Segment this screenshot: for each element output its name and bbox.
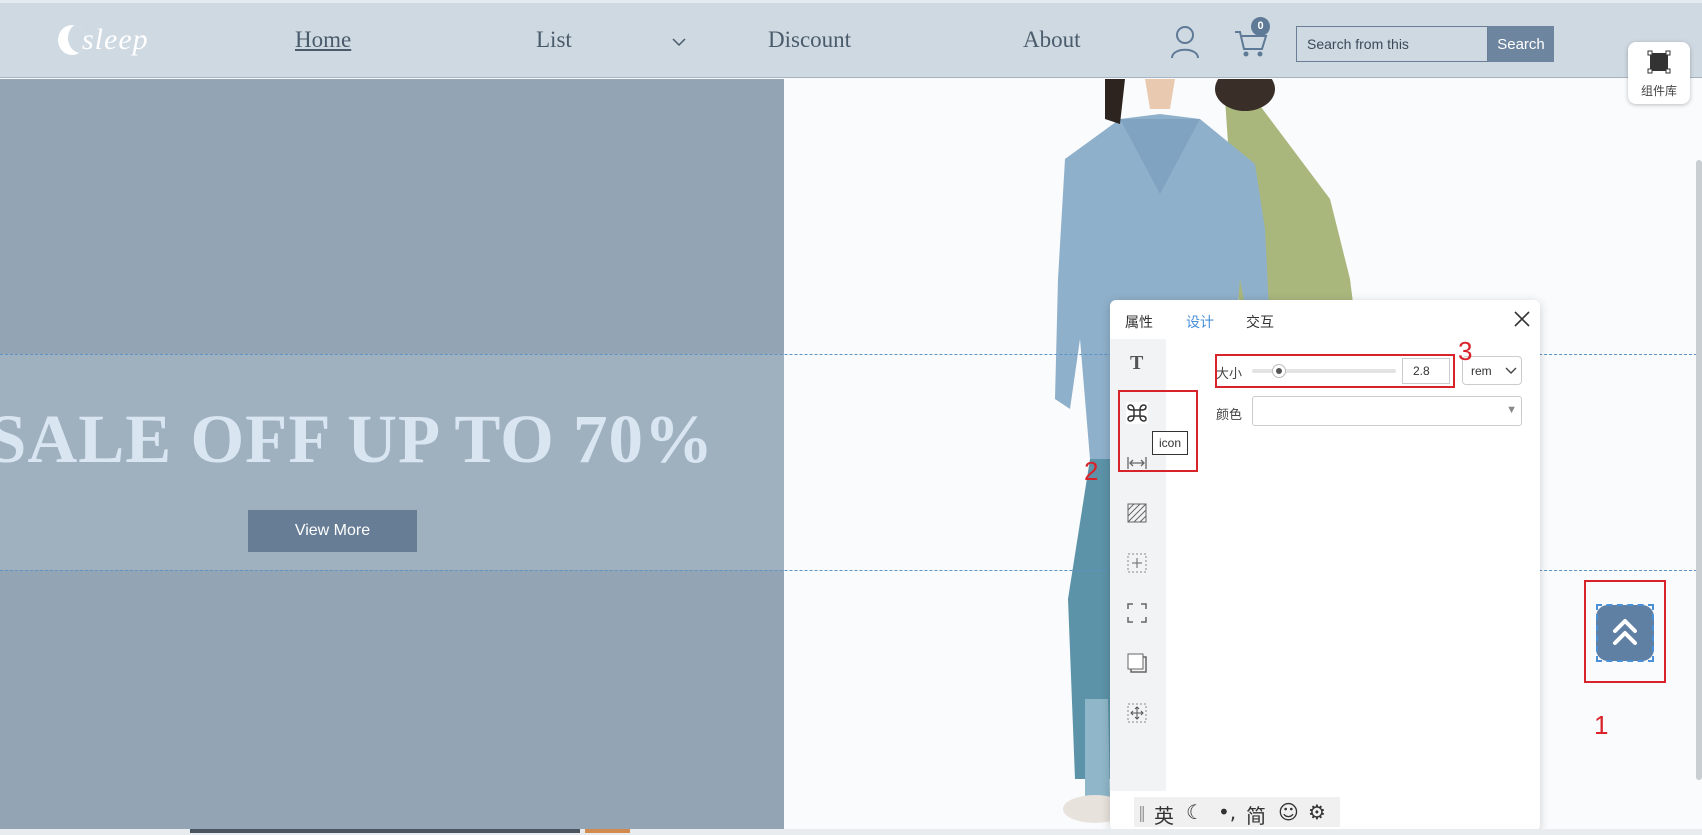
search-button[interactable]: Search: [1488, 26, 1554, 62]
background-pattern-icon[interactable]: [1126, 502, 1148, 524]
unit-select-value: rem: [1471, 364, 1492, 378]
close-icon[interactable]: [1513, 310, 1531, 328]
position-icon[interactable]: [1126, 702, 1148, 724]
user-icon[interactable]: [1170, 25, 1200, 59]
color-dropdown-icon[interactable]: ▼: [1506, 404, 1517, 416]
annotation-label-2: 2: [1084, 456, 1099, 486]
taskbar-strip: [0, 829, 1702, 835]
taskbar-segment: [190, 829, 580, 833]
color-label: 颜色: [1216, 408, 1243, 423]
annotation-label-1: 1: [1594, 710, 1609, 740]
ime-punctuation-icon[interactable]: •,: [1218, 800, 1236, 824]
page-scrollbar[interactable]: [1696, 160, 1702, 780]
nav-list[interactable]: List: [536, 27, 572, 53]
text-icon[interactable]: T: [1126, 351, 1148, 373]
ime-drag-handle[interactable]: ‖: [1138, 803, 1146, 822]
view-more-button[interactable]: View More: [248, 510, 417, 552]
component-library-icon: [1647, 50, 1671, 74]
chevron-down-icon[interactable]: [672, 35, 686, 49]
component-library-label: 组件库: [1640, 84, 1677, 98]
ime-emoji-icon[interactable]: ☺: [1278, 800, 1299, 824]
padding-icon[interactable]: [1126, 552, 1148, 574]
ime-settings-icon[interactable]: ⚙: [1308, 800, 1326, 824]
chevron-down-icon: [1505, 367, 1517, 374]
annotation-box-2: [1118, 390, 1198, 472]
border-icon[interactable]: [1126, 602, 1148, 624]
nav-about[interactable]: About: [1023, 27, 1081, 53]
search-input[interactable]: [1296, 26, 1488, 62]
ime-simplified-toggle[interactable]: 简: [1246, 800, 1266, 829]
nav-discount[interactable]: Discount: [768, 27, 851, 53]
ime-toolbar: ‖ 英 ☾ •, 简 ☺ ⚙: [1134, 797, 1340, 829]
hero-title: SALE OFF UP TO 70%: [0, 401, 715, 477]
tab-interaction[interactable]: 交互: [1246, 312, 1274, 332]
nav-home[interactable]: Home: [295, 27, 351, 53]
annotation-label-3: 3: [1458, 336, 1473, 366]
taskbar-highlight: [585, 829, 630, 833]
annotation-box-3: [1215, 354, 1455, 388]
ime-moon-icon[interactable]: ☾: [1186, 800, 1204, 824]
tab-properties[interactable]: 属性: [1125, 312, 1153, 332]
logo[interactable]: sleep: [58, 21, 148, 61]
page-root: SALE OFF UP TO 70% View More sleep Home …: [0, 0, 1702, 835]
tab-design[interactable]: 设计: [1186, 312, 1214, 332]
svg-text:T: T: [1130, 352, 1144, 373]
cart-count-badge: 0: [1251, 17, 1270, 36]
ime-english-toggle[interactable]: 英: [1154, 800, 1174, 829]
component-library-button[interactable]: 组件库: [1628, 42, 1690, 104]
annotation-box-1: [1584, 580, 1666, 683]
site-header: sleep Home List Discount About 0 Search: [0, 0, 1702, 78]
color-picker[interactable]: ▼: [1252, 396, 1522, 426]
logo-text: sleep: [82, 23, 149, 56]
shadow-icon[interactable]: [1126, 652, 1148, 674]
